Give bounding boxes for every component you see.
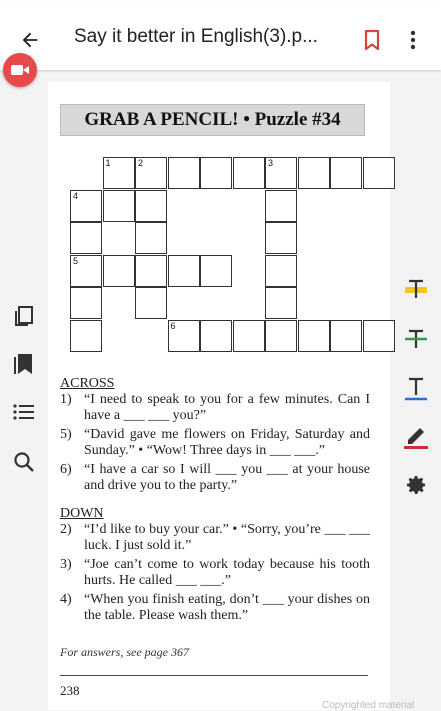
bookmarks-icon: [14, 354, 32, 374]
answers-note: For answers, see page 367: [60, 645, 189, 659]
left-toolbar: [0, 290, 44, 490]
page-view-icon: [15, 306, 33, 326]
crossword-cell: 3: [265, 157, 297, 189]
outline-list-icon: [13, 404, 34, 420]
more-vertical-icon: [410, 30, 416, 50]
clue-number: 5): [60, 427, 72, 442]
strikethrough-tool-button[interactable]: [399, 322, 433, 356]
crossword-cell: [330, 157, 362, 189]
document-title: Say it better in English(3).p...: [74, 26, 318, 47]
crossword-cell: [135, 222, 167, 254]
page-view-button[interactable]: [10, 302, 38, 330]
crossword-cell: [200, 254, 232, 287]
underline-text-icon: [405, 377, 427, 401]
crossword-cell: [265, 189, 297, 222]
crossword-cell: [102, 254, 135, 287]
crossword-cell: 4: [70, 189, 102, 222]
clue-text: “I need to speak to you for a few minute…: [84, 392, 370, 423]
crossword-cell: 1: [102, 157, 135, 189]
back-button[interactable]: [14, 24, 46, 56]
status-bar: [0, 0, 441, 8]
crossword-cell: [297, 319, 330, 352]
clue-text: “I have a car so I will ___ you ___ at y…: [84, 462, 370, 493]
clue-across-1: 1) “I need to speak to you for a few minu…: [60, 392, 370, 424]
crossword-cell: [265, 287, 297, 319]
video-camera-icon: [11, 65, 29, 75]
clue-number-label: 6: [170, 320, 176, 331]
highlight-text-icon: [405, 279, 427, 298]
crossword-cell: [70, 287, 102, 319]
search-button[interactable]: [10, 448, 38, 476]
clue-down-4: 4) “When you finish eating, don’t ___ you…: [60, 592, 370, 624]
crossword-cell: [265, 254, 297, 287]
crossword-cell: [102, 189, 135, 222]
crossword-cell: [135, 287, 167, 319]
draw-tool-button[interactable]: [399, 420, 433, 454]
underline-tool-button[interactable]: [399, 372, 433, 406]
clue-number-label: 3: [268, 158, 274, 168]
across-heading: ACROSS: [60, 376, 115, 391]
crossword-cell: [70, 319, 102, 352]
clue-text: “Joe can’t come to work today because hi…: [84, 557, 370, 588]
crossword-cell: [362, 319, 395, 352]
clue-number-label: 4: [73, 190, 79, 201]
app-bar: Say it better in English(3).p...: [0, 8, 441, 70]
clue-number-label: 2: [138, 158, 144, 168]
clue-number-label: 5: [73, 255, 79, 266]
crossword-cell: [297, 157, 330, 189]
crossword-cell: 6: [167, 319, 200, 352]
clue-number: 2): [60, 522, 72, 537]
crossword-cell: 2: [135, 157, 167, 189]
puzzle-title: GRAB A PENCIL! • Puzzle #34: [60, 104, 365, 136]
clue-across-6: 6) “I have a car so I will ___ you ___ at…: [60, 462, 370, 494]
down-heading: DOWN: [60, 506, 104, 521]
clue-text: “David gave me flowers on Friday, Saturd…: [84, 427, 370, 458]
clue-down-2: 2) “I’d like to buy your car.” • “Sorry, …: [60, 522, 370, 554]
crossword-cell: [200, 157, 232, 189]
crossword-cell: [200, 319, 232, 352]
bookmark-button[interactable]: [358, 24, 386, 56]
settings-button[interactable]: [399, 468, 433, 502]
bookmarks-button[interactable]: [10, 350, 38, 378]
clue-number-label: 1: [105, 158, 111, 168]
crossword-cell: [265, 319, 297, 352]
clue-down-3: 3) “Joe can’t come to work today because …: [60, 557, 370, 589]
clues-section: ACROSS 1) “I need to speak to you for a f…: [60, 376, 370, 627]
highlight-tool-button[interactable]: [399, 272, 433, 306]
strikethrough-text-icon: [405, 329, 427, 348]
clue-number: 4): [60, 592, 72, 607]
divider: [60, 675, 368, 676]
crossword-cell: [265, 222, 297, 254]
crossword-cell: [135, 189, 167, 222]
arrow-left-icon: [22, 32, 38, 48]
clue-across-5: 5) “David gave me flowers on Friday, Satu…: [60, 427, 370, 459]
outline-button[interactable]: [10, 398, 38, 426]
crossword-cell: [167, 157, 200, 189]
crossword-cell: [362, 157, 395, 189]
crossword-cell: 5: [70, 254, 102, 287]
crossword-cell: [330, 319, 362, 352]
crossword-cell: [232, 319, 265, 352]
crossword-cell: [70, 222, 102, 254]
right-toolbar: [391, 270, 441, 510]
bookmark-icon: [364, 29, 380, 51]
page-number: 238: [60, 683, 80, 698]
more-options-button[interactable]: [401, 24, 425, 56]
clue-number: 3): [60, 557, 72, 572]
search-icon: [14, 452, 34, 472]
draw-pen-icon: [404, 428, 428, 449]
crossword-cell: [167, 254, 200, 287]
clue-number: 6): [60, 462, 72, 477]
clue-text: “When you finish eating, don’t ___ your …: [84, 592, 370, 623]
settings-gear-icon: [407, 476, 425, 494]
copyright-watermark: Copyrighted material: [322, 700, 415, 711]
crossword-cell: [232, 157, 265, 189]
screen-record-button[interactable]: [3, 53, 37, 87]
clue-text: “I’d like to buy your car.” • “Sorry, yo…: [84, 522, 370, 553]
crossword-cell: [135, 254, 167, 287]
clue-number: 1): [60, 392, 72, 407]
